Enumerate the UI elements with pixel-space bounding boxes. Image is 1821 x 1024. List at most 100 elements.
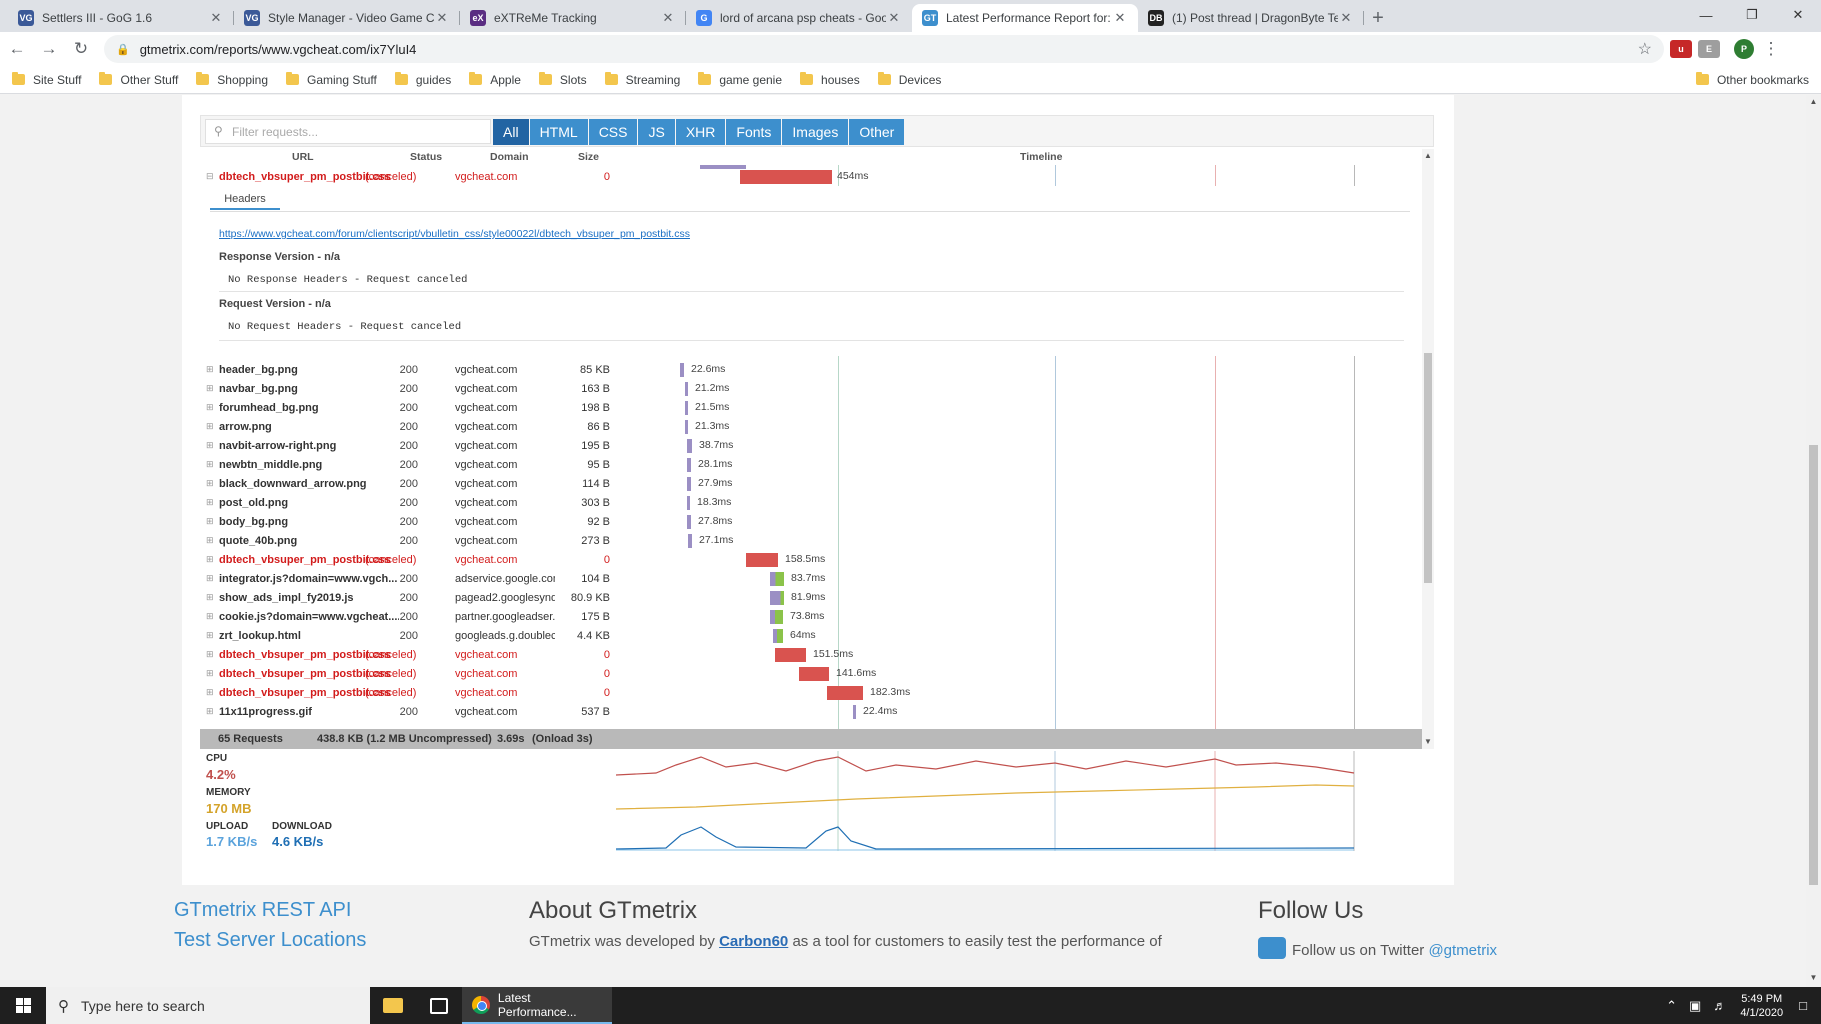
table-row[interactable]: ⊞ body_bg.png 200 vgcheat.com 92 B 27.8ms <box>200 512 1422 531</box>
bookmark-folder[interactable]: Slots <box>538 72 587 87</box>
tab-close-icon[interactable]: ✕ <box>1112 10 1128 26</box>
table-row[interactable]: ⊞ post_old.png 200 vgcheat.com 303 B 18.3ms <box>200 493 1422 512</box>
table-row-expanded[interactable]: ⊟ dbtech_vbsuper_pm_postbit.css (cancele… <box>200 167 1422 186</box>
table-row[interactable]: ⊞ dbtech_vbsuper_pm_postbit.css (canceled)… <box>200 664 1422 683</box>
scroll-down-icon[interactable]: ▼ <box>1806 973 1821 982</box>
bookmark-folder[interactable]: Apple <box>469 72 521 87</box>
table-row[interactable]: ⊞ forumhead_bg.png 200 vgcheat.com 198 B 21.5… <box>200 398 1422 417</box>
bookmark-folder[interactable]: guides <box>394 72 451 87</box>
bookmark-folder[interactable]: Shopping <box>196 72 268 87</box>
table-row[interactable]: ⊞ integrator.js?domain=www.vgch... 200 adse… <box>200 569 1422 588</box>
col-domain[interactable]: Domain <box>490 151 529 163</box>
table-row[interactable]: ⊞ dbtech_vbsuper_pm_postbit.css (canceled)… <box>200 550 1422 569</box>
table-row[interactable]: ⊞ arrow.png 200 vgcheat.com 86 B 21.3ms <box>200 417 1422 436</box>
filter-tab-js[interactable]: JS <box>638 119 675 145</box>
show-hidden-icons-icon[interactable]: ⌃ <box>1666 998 1677 1014</box>
clock[interactable]: 5:49 PM 4/1/2020 <box>1740 992 1783 1020</box>
reload-icon[interactable]: ↻ <box>66 34 96 64</box>
page-scrollbar[interactable]: ▲ ▼ <box>1806 95 1821 987</box>
bookmark-folder[interactable]: Gaming Stuff <box>286 72 377 87</box>
address-bar[interactable]: 🔒 gtmetrix.com/reports/www.vgcheat.com/i… <box>104 35 1664 63</box>
expand-icon[interactable]: ⊞ <box>206 383 214 394</box>
table-row[interactable]: ⊞ cookie.js?domain=www.vgcheat.... 200 part… <box>200 607 1422 626</box>
expand-icon[interactable]: ⊞ <box>206 535 214 546</box>
waterfall-scrollbar[interactable]: ▲ ▼ <box>1422 149 1434 749</box>
table-row[interactable]: ⊞ newbtn_middle.png 200 vgcheat.com 95 B 28.1… <box>200 455 1422 474</box>
ublock-extension-icon[interactable]: u <box>1670 40 1692 58</box>
tab-close-icon[interactable]: ✕ <box>1338 10 1354 26</box>
expand-icon[interactable]: ⊞ <box>206 364 214 375</box>
twitter-handle-link[interactable]: @gtmetrix <box>1428 942 1497 959</box>
browser-tab[interactable]: Glord of arcana psp cheats - Goog ✕ <box>686 4 912 32</box>
notifications-icon[interactable]: □ <box>1799 998 1807 1013</box>
table-row[interactable]: ⊞ dbtech_vbsuper_pm_postbit.css (canceled)… <box>200 645 1422 664</box>
expand-icon[interactable]: ⊞ <box>206 592 214 603</box>
table-row[interactable]: ⊞ black_downward_arrow.png 200 vgcheat.com 1… <box>200 474 1422 493</box>
table-row[interactable]: ⊞ quote_40b.png 200 vgcheat.com 273 B 27.1ms <box>200 531 1422 550</box>
table-row[interactable]: ⊞ show_ads_impl_fy2019.js 200 pagead2.googl… <box>200 588 1422 607</box>
filter-tab-css[interactable]: CSS <box>588 119 638 145</box>
page-scrollbar-thumb[interactable] <box>1809 445 1818 885</box>
taskbar-search[interactable]: ⚲ Type here to search <box>46 987 370 1024</box>
file-explorer-icon[interactable] <box>370 987 416 1024</box>
browser-tab[interactable]: DB (1) Post thread | DragonByte Tech ✕ <box>1138 4 1364 32</box>
volume-icon[interactable]: ♬ <box>1713 998 1726 1013</box>
extension-icon[interactable]: E <box>1698 40 1720 58</box>
filter-tab-xhr[interactable]: XHR <box>675 119 726 145</box>
minimize-icon[interactable]: — <box>1683 0 1729 30</box>
table-row[interactable]: ⊞ header_bg.png 200 vgcheat.com 85 KB 22.6ms <box>200 360 1422 379</box>
expand-icon[interactable]: ⊞ <box>206 497 214 508</box>
col-size[interactable]: Size <box>578 151 599 163</box>
browser-tab[interactable]: eX eXTReMe Tracking ✕ <box>460 4 686 32</box>
table-row[interactable]: ⊞ 11x11progress.gif 200 vgcheat.com 537 B 22.… <box>200 702 1422 721</box>
expand-icon[interactable]: ⊞ <box>206 402 214 413</box>
menu-kebab-icon[interactable]: ⋮ <box>1756 34 1786 64</box>
filter-tab-all[interactable]: All <box>493 119 529 145</box>
table-row[interactable]: ⊞ navbar_bg.png 200 vgcheat.com 163 B 21.2ms <box>200 379 1422 398</box>
tab-close-icon[interactable]: ✕ <box>660 10 676 26</box>
scrollbar-thumb[interactable] <box>1424 353 1432 583</box>
request-full-url-link[interactable]: https://www.vgcheat.com/forum/clientscri… <box>219 228 690 240</box>
filter-tab-images[interactable]: Images <box>782 119 849 145</box>
filter-tab-other[interactable]: Other <box>849 119 905 145</box>
scroll-down-icon[interactable]: ▼ <box>1422 737 1434 746</box>
store-icon[interactable] <box>416 987 462 1024</box>
bookmark-folder[interactable]: Streaming <box>604 72 680 87</box>
expand-icon[interactable]: ⊞ <box>206 478 214 489</box>
footer-link-test-servers[interactable]: Test Server Locations <box>174 929 366 952</box>
collapse-icon[interactable]: ⊟ <box>206 171 214 182</box>
browser-tab[interactable]: VG Style Manager - Video Game Che ✕ <box>234 4 460 32</box>
expand-icon[interactable]: ⊞ <box>206 573 214 584</box>
expand-icon[interactable]: ⊞ <box>206 668 214 679</box>
col-status[interactable]: Status <box>410 151 442 163</box>
expand-icon[interactable]: ⊞ <box>206 421 214 432</box>
expand-icon[interactable]: ⊞ <box>206 611 214 622</box>
forward-icon[interactable]: → <box>34 34 64 64</box>
bookmark-folder[interactable]: houses <box>800 72 860 87</box>
scroll-up-icon[interactable]: ▲ <box>1422 151 1434 160</box>
start-button[interactable] <box>0 987 46 1024</box>
table-row[interactable]: ⊞ navbit-arrow-right.png 200 vgcheat.com 195… <box>200 436 1422 455</box>
expand-icon[interactable]: ⊞ <box>206 516 214 527</box>
table-row[interactable]: ⊞ dbtech_vbsuper_pm_postbit.css (canceled)… <box>200 683 1422 702</box>
restore-icon[interactable]: ❐ <box>1729 0 1775 30</box>
expand-icon[interactable]: ⊞ <box>206 649 214 660</box>
scroll-up-icon[interactable]: ▲ <box>1806 97 1821 106</box>
bookmark-folder[interactable]: Site Stuff <box>12 72 81 87</box>
expand-icon[interactable]: ⊞ <box>206 554 214 565</box>
table-row[interactable]: ⊞ zrt_lookup.html 200 googleads.g.doublec..… <box>200 626 1422 645</box>
carbon60-link[interactable]: Carbon60 <box>719 933 788 950</box>
network-icon[interactable]: ▣ <box>1689 998 1701 1014</box>
back-icon[interactable]: ← <box>2 34 32 64</box>
expand-icon[interactable]: ⊞ <box>206 630 214 641</box>
other-bookmarks[interactable]: Other bookmarks <box>1695 72 1809 87</box>
browser-tab[interactable]: VG Settlers III - GoG 1.6 ✕ <box>8 4 234 32</box>
expand-icon[interactable]: ⊞ <box>206 706 214 717</box>
tab-headers[interactable]: Headers <box>210 190 280 210</box>
footer-link-rest-api[interactable]: GTmetrix REST API <box>174 899 351 922</box>
filter-tab-html[interactable]: HTML <box>529 119 588 145</box>
new-tab-button[interactable]: + <box>1364 4 1392 32</box>
expand-icon[interactable]: ⊞ <box>206 459 214 470</box>
col-url[interactable]: URL <box>292 151 314 163</box>
bookmark-folder[interactable]: Other Stuff <box>99 72 178 87</box>
